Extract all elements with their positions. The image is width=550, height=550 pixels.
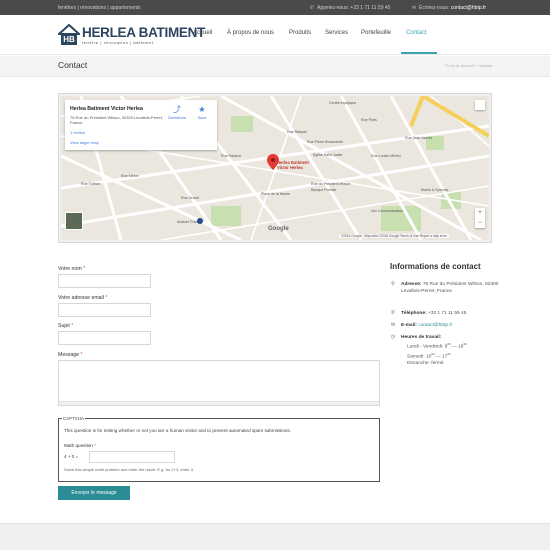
star-icon: ★ xyxy=(198,105,206,114)
mail-icon: ✉ xyxy=(390,322,396,328)
site-header: HB HERLEA BATIMENT fenêtre | rénovation … xyxy=(0,15,550,55)
map-save-button[interactable]: ★ Save xyxy=(193,105,211,120)
contact-info-title: Informations de contact xyxy=(390,262,481,271)
location-icon: ⚲ xyxy=(391,281,395,287)
hours-sunday: Dimanche: fermé xyxy=(407,361,444,367)
message-textarea[interactable] xyxy=(58,360,380,406)
satellite-toggle[interactable] xyxy=(65,212,83,230)
map-label: Rue Louise Michel xyxy=(371,154,401,158)
page-title-band: Contact Tu es là: Accueil > Contact xyxy=(0,56,550,77)
email-label: Votre adresse email * xyxy=(58,295,108,301)
map-place-card: Herlea Batiment Victor Herlea 76 Rue du … xyxy=(65,100,217,150)
nav-contact[interactable]: Contact xyxy=(406,30,427,36)
send-message-button[interactable]: Envoyer le message xyxy=(58,486,130,500)
map-label: Marks & Spencer xyxy=(421,188,449,192)
logo-house-icon: HB xyxy=(58,24,80,45)
hours-saturday: Samedi: 1000 — 1700 xyxy=(407,351,451,360)
google-logo: Google xyxy=(268,226,289,232)
logo-mark-text: HB xyxy=(63,35,75,44)
map-label: Banque Postale xyxy=(311,188,337,192)
math-hint: Solve this simple math problem and enter… xyxy=(64,467,194,472)
captcha-fieldset: CAPTCHA This question is for testing whe… xyxy=(58,416,380,482)
name-label: Votre nom * xyxy=(58,266,86,272)
math-answer-input[interactable] xyxy=(89,451,175,463)
map-label: Rue Pierre Brossolette xyxy=(307,140,344,144)
contact-address: ⚲ Adresse: 76 Rue du Président Wilson, 9… xyxy=(391,281,499,294)
contact-email-link[interactable]: contact@hbtp.fr xyxy=(418,323,452,328)
math-equation: 4 + 0 = xyxy=(64,454,79,459)
map-reviews-link[interactable]: 1 review xyxy=(70,130,85,135)
contact-email: ✉ E-mail: contact@hbtp.fr xyxy=(390,322,453,328)
map-larger-link[interactable]: View larger map xyxy=(70,140,99,145)
map-label: Rue Raspail xyxy=(287,130,307,134)
phone-icon: ✆ xyxy=(390,310,396,316)
contact-hours: ◷ Heures de travail: Lundi - Vendredi: 9… xyxy=(390,334,520,370)
nav-active-indicator xyxy=(401,52,437,54)
email-input[interactable] xyxy=(58,303,151,317)
breadcrumb[interactable]: Tu es là: Accueil > Contact xyxy=(445,63,492,68)
contact-phone: ✆ Téléphone: +33 1 71 11 59 45 xyxy=(390,310,467,316)
nav-about[interactable]: À propos de nous xyxy=(227,30,274,36)
map-label: Rue du Président Wilson xyxy=(311,182,351,186)
map-label: Anatole France xyxy=(177,220,202,224)
hours-weekdays: Lundi - Vendredi: 900 — 1800 xyxy=(407,342,467,350)
nav-products[interactable]: Produits xyxy=(289,30,311,36)
name-input[interactable] xyxy=(58,274,151,288)
page-title: Contact xyxy=(58,60,88,70)
street-view-icon[interactable] xyxy=(475,100,485,110)
logo-tagline: fenêtre | rénovation | bâtiment xyxy=(82,40,154,45)
map-label: Centre équipique xyxy=(329,101,357,105)
subject-label: Sujet * xyxy=(58,323,74,329)
clock-icon: ◷ xyxy=(390,334,396,340)
map-label: Rue Pasteur xyxy=(221,154,241,158)
map-place-name: Herlea Batiment Victor Herlea xyxy=(70,106,143,112)
captcha-description: This question is for testing whether or … xyxy=(64,428,291,433)
map-pin-label: Herlea Batiment Victor Herlea xyxy=(277,160,309,170)
topbar-email[interactable]: ✉ Écrivez-nous: contact@hbtp.fr xyxy=(411,5,486,11)
top-bar: fenêtres | rénovations | appartements ✆ A… xyxy=(0,0,550,15)
map-label: Vox Communication xyxy=(371,209,403,213)
map-label: Rue Paris xyxy=(361,118,377,122)
map-label: Place de la Marne xyxy=(261,192,290,196)
map-attribution[interactable]: ©2016 Google - Map data ©2016 Google Ter… xyxy=(339,234,449,238)
zoom-in-icon[interactable]: + xyxy=(475,208,485,218)
math-question-label: Math question * xyxy=(64,443,96,448)
phone-icon: ✆ xyxy=(309,5,315,11)
site-logo[interactable]: HB HERLEA BATIMENT fenêtre | rénovation … xyxy=(58,24,205,49)
directions-icon: ⤴ xyxy=(173,105,181,114)
map-label: Rue Gravel xyxy=(181,196,200,200)
site-footer xyxy=(0,523,550,550)
map-directions-button[interactable]: ⤴ Directions xyxy=(165,105,189,120)
topbar-tagline: fenêtres | rénovations | appartements xyxy=(58,5,141,11)
topbar-email-link[interactable]: contact@hbtp.fr xyxy=(451,5,486,11)
map-place-address: 76 Rue du Président Wilson, 92300 Levall… xyxy=(70,115,163,125)
subject-input[interactable] xyxy=(58,331,151,345)
map-label: Rue Jean Jaurès xyxy=(405,136,433,140)
zoom-out-icon[interactable]: − xyxy=(475,218,485,228)
nav-portfolio[interactable]: Portefeuille xyxy=(361,30,391,36)
nav-services[interactable]: Services xyxy=(325,30,348,36)
map-label: Rue Kléber xyxy=(121,174,139,178)
nav-accueil[interactable]: Accueil xyxy=(193,30,212,36)
topbar-phone[interactable]: ✆ Appelez-nous: +33 1 71 11 59 45 xyxy=(309,5,391,11)
message-label: Message * xyxy=(58,352,83,358)
textarea-resize-handle[interactable] xyxy=(59,401,379,405)
mail-icon: ✉ xyxy=(411,5,417,11)
logo-name: HERLEA BATIMENT xyxy=(82,25,205,40)
map-container: Centre équipique Rue Paris Rue Raspail R… xyxy=(58,93,492,243)
map-label: Église Saint Justin xyxy=(313,153,343,157)
map-label: Rue Voltaire xyxy=(81,182,101,186)
captcha-legend: CAPTCHA xyxy=(62,416,85,421)
google-map[interactable]: Centre équipique Rue Paris Rue Raspail R… xyxy=(61,96,489,240)
map-zoom-control[interactable]: + − xyxy=(475,208,485,228)
